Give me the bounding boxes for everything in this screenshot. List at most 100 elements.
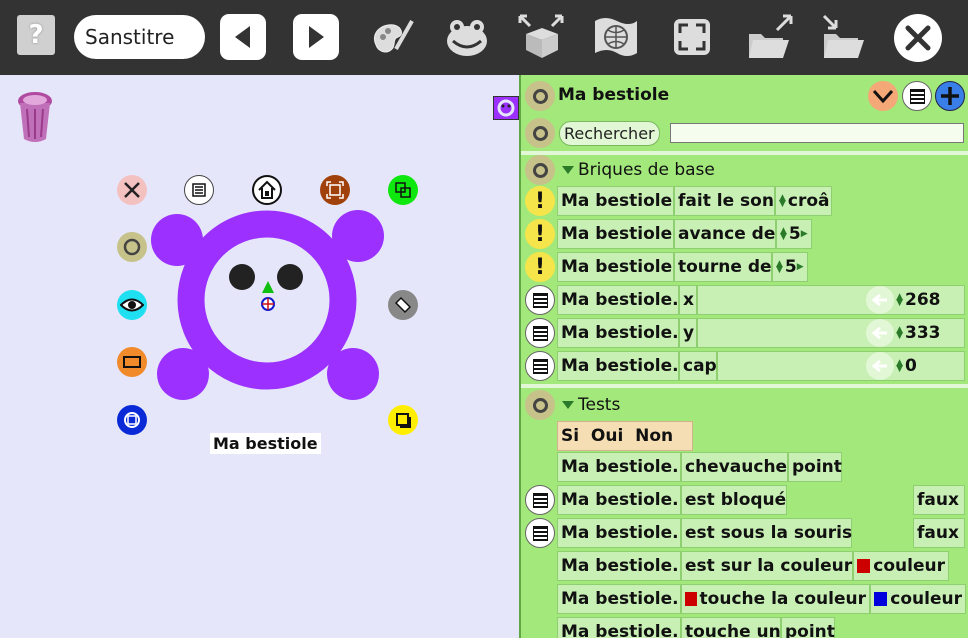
bestiole-sprite[interactable] [150,208,386,408]
add-category-button[interactable] [935,81,965,111]
value-block[interactable]: ▲ ▼ 5 ▶ [772,252,808,282]
close-button[interactable] [894,14,942,62]
property-block[interactable]: x [679,285,697,315]
if-yes-no-block[interactable]: Si Oui Non [557,421,693,451]
fullscreen-icon [674,19,710,55]
actor-block[interactable]: Ma bestiole. [557,452,681,482]
forward-button[interactable] [293,14,339,60]
spinner-icon[interactable]: ▲ ▼ [896,293,903,308]
actor-block[interactable]: Ma bestiole. [557,485,681,515]
color-argument-block[interactable]: couleur [853,551,949,581]
actor-block[interactable]: Ma bestiole [557,186,674,216]
world-canvas[interactable]: Ma bestiole [0,75,519,638]
test-block[interactable]: est sur la couleur [681,551,853,581]
spinner-icon[interactable]: ▲ ▼ [776,260,783,275]
actor-block[interactable]: Ma bestiole. [557,318,679,348]
viewer-handle-button[interactable] [525,81,555,111]
viewer-collapse-button[interactable] [868,81,898,111]
property-block[interactable]: y [679,318,697,348]
test-block[interactable]: chevauche [681,452,788,482]
actor-block[interactable]: Ma bestiole. [557,584,681,614]
upload-button[interactable] [745,14,795,60]
paint-editor-button[interactable] [368,14,418,60]
web-button[interactable] [591,14,641,60]
arrow-left-icon[interactable] [866,286,895,314]
tests-section-header[interactable]: Tests [558,390,965,420]
argument-block[interactable]: point [781,617,835,638]
row-menu-button[interactable] [525,351,555,381]
grow-halo-button[interactable] [320,175,350,205]
globe-document-icon [595,18,637,56]
basic-section-handle-button[interactable] [525,155,555,185]
fullscreen-button[interactable] [668,14,716,60]
basic-section-header[interactable]: Briques de base [558,155,965,185]
red-swatch[interactable] [685,592,697,606]
search-button[interactable]: Rechercher [559,121,660,146]
test-block[interactable]: est bloqué [681,485,787,515]
blue-swatch[interactable] [874,592,888,606]
sprite-thumbnail[interactable] [493,96,519,120]
tests-section-handle-button[interactable] [525,390,555,420]
actor-block[interactable]: Ma bestiole [557,252,674,282]
run-once-button[interactable]: ! [525,219,555,249]
spinner-icon[interactable]: ▲ ▼ [896,326,903,341]
search-handle-button[interactable] [525,118,555,148]
row-menu-button[interactable] [525,518,555,548]
actor-block[interactable]: Ma bestiole. [557,518,681,548]
row-menu-button[interactable] [525,285,555,315]
assign-block[interactable]: ▲ ▼ 0 [717,351,965,381]
assign-block[interactable]: ▲ ▼ 268 [697,285,965,315]
value-block[interactable]: ▲ ▼ croâ [775,186,832,216]
duplicate-halo-button[interactable] [388,175,418,205]
run-once-button[interactable]: ! [525,186,555,216]
view-halo-button[interactable] [117,290,147,320]
spinner-icon[interactable]: ▲ ▼ [779,194,786,209]
project-title-field[interactable]: Sanstitre [74,15,205,59]
assign-block[interactable]: ▲ ▼ 333 [697,318,965,348]
argument-text: couleur [890,589,962,609]
test-block[interactable]: est sous la souris [681,518,852,548]
viewer-panel: Ma bestiole Rechercher Briques de base !… [519,75,968,638]
viewer-menu-button[interactable] [902,81,932,111]
test-block[interactable]: touche un [681,617,781,638]
actor-block[interactable]: Ma bestiole. [557,551,681,581]
actor-block[interactable]: Ma bestiole. [557,285,679,315]
arrow-left-icon[interactable] [866,319,895,347]
paint-halo-button[interactable] [388,290,418,320]
command-block[interactable]: avance de [674,219,776,249]
actor-block[interactable]: Ma bestiole. [557,617,681,638]
character-button[interactable] [443,14,491,60]
value-block[interactable]: ▲ ▼ 5 ▶ [776,219,812,249]
back-button[interactable] [220,14,266,60]
search-input[interactable] [670,123,964,143]
rotate-halo-button[interactable] [117,405,147,435]
command-block[interactable]: tourne de [674,252,772,282]
property-block[interactable]: cap [679,351,717,381]
collect-halo-button[interactable] [252,175,282,205]
drag-halo-button[interactable] [117,232,147,262]
spinner-icon[interactable]: ▲ ▼ [780,227,787,242]
top-toolbar: ? Sanstitre [0,0,968,75]
import-export-button[interactable] [516,14,566,60]
command-block[interactable]: fait le son [674,186,775,216]
actor-block[interactable]: Ma bestiole [557,219,674,249]
scale-halo-button[interactable] [388,405,418,435]
download-button[interactable] [820,14,870,60]
red-swatch[interactable] [857,559,871,573]
spinner-icon[interactable]: ▲ ▼ [896,359,903,374]
box-arrows-icon [518,14,564,58]
run-once-button[interactable]: ! [525,252,555,282]
triangle-down-icon [562,166,574,174]
delete-halo-button[interactable] [117,175,147,205]
test-block[interactable]: touche la couleur [681,584,870,614]
trash-icon[interactable] [13,89,57,149]
row-menu-button[interactable] [525,485,555,515]
argument-block[interactable]: point [788,452,842,482]
menu-halo-button[interactable] [184,175,214,205]
background-halo-button[interactable] [117,347,147,377]
actor-block[interactable]: Ma bestiole. [557,351,679,381]
help-button[interactable]: ? [17,15,55,55]
arrow-left-icon[interactable] [866,352,895,380]
row-menu-button[interactable] [525,318,555,348]
color-argument-block[interactable]: couleur [870,584,966,614]
